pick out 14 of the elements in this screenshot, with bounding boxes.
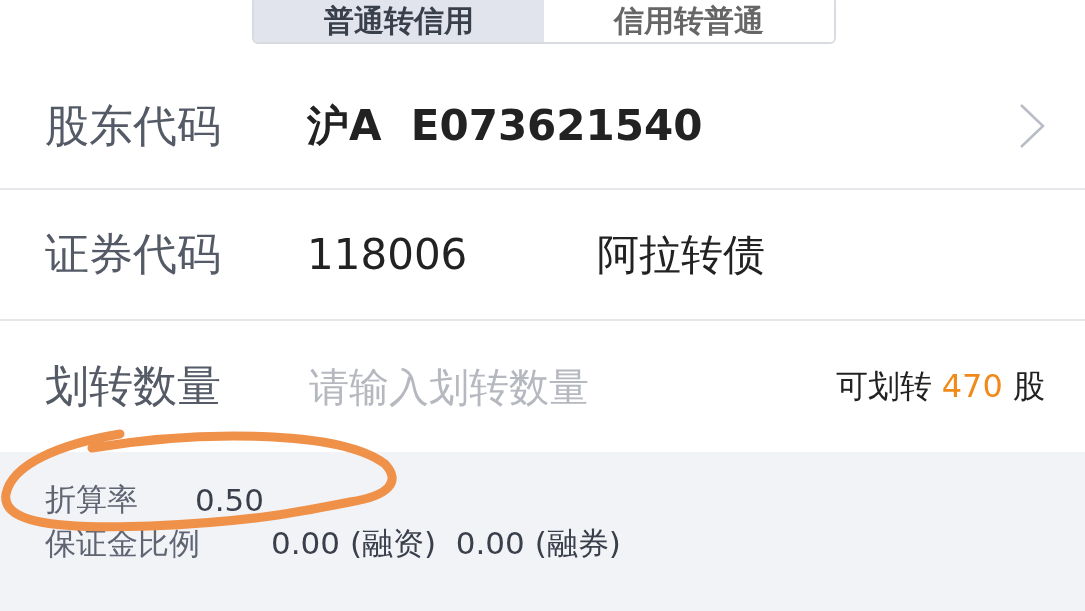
field-label: 股东代码 [45, 98, 222, 153]
security-code-value: 118006 [307, 230, 469, 279]
margin-value: 0.00 (融资) 0.00 (融券) [271, 524, 621, 563]
chevron-right-icon[interactable] [1019, 103, 1045, 149]
field-label: 划转数量 [45, 359, 222, 413]
shareholder-code-value[interactable]: 沪A E073621540 [307, 98, 1019, 154]
available-quantity-text: 可划转 470 股 [835, 365, 1045, 407]
quantity-input-field[interactable]: 请输入划转数量 [307, 362, 836, 411]
rate-value: 0.50 [195, 482, 265, 518]
margin-label: 保证金比例 [45, 524, 201, 563]
tab[interactable]: 普通转信用 [254, 0, 544, 42]
security-name: 阿拉转债 [597, 228, 765, 281]
field-label: 证券代码 [45, 227, 222, 281]
rate-label: 折算率 [45, 480, 139, 519]
